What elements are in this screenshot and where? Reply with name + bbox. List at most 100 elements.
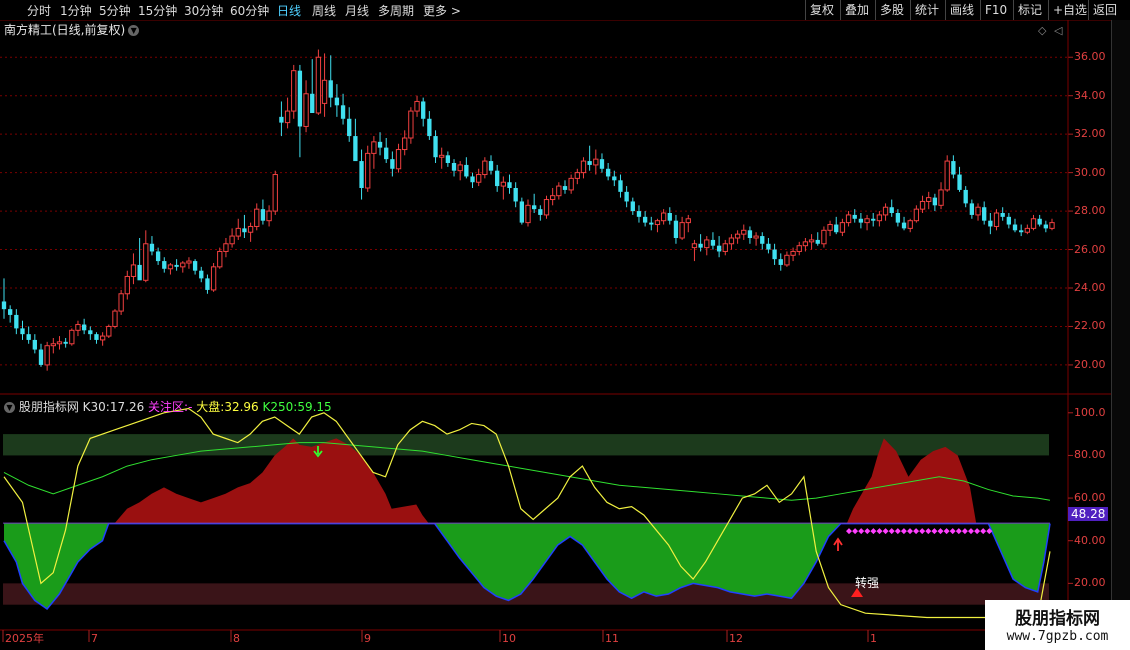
collapse-icon[interactable]: ◁ [1054, 24, 1063, 37]
candle-body [612, 176, 617, 181]
indicator-title-bar: ▼ 股朋指标网 K30:17.26 关注区:- 大盘:32.96 K250:59… [4, 398, 332, 415]
focus-diamond-marker [919, 528, 926, 535]
candle-body [1049, 222, 1055, 229]
ind-tick-label: 40.00 [1074, 533, 1106, 547]
candle-body [217, 250, 223, 268]
candle-body [137, 264, 142, 281]
chart-canvas[interactable]: 转强 2025年 7 8 9 10 11 12 1 ◇ ◁ [0, 0, 1111, 650]
focus-diamond-marker [907, 528, 913, 535]
candle-body [192, 261, 198, 271]
candle-body [272, 174, 278, 212]
candle-body [636, 211, 642, 217]
candle-body [649, 222, 654, 225]
date-tick-label: 2025年 [5, 631, 44, 645]
candle-body [99, 335, 106, 341]
price-tick-label: 34.00 [1074, 88, 1106, 102]
candle-body [229, 235, 235, 245]
focus-diamond-marker [864, 528, 871, 535]
right-sidebar[interactable] [1111, 20, 1130, 650]
candle-body [1024, 227, 1030, 233]
candle-body [476, 174, 482, 183]
candle-body [618, 180, 623, 192]
candle-body [858, 218, 864, 223]
candle-body [242, 228, 247, 233]
focus-diamond-marker [949, 528, 956, 535]
diamond-icon[interactable]: ◇ [1038, 24, 1047, 37]
candle-body [975, 206, 981, 216]
candle-body [667, 213, 672, 221]
focus-diamond-marker [980, 528, 987, 535]
candle-body [451, 163, 457, 171]
candle-body [574, 172, 580, 179]
focus-diamond-marker [882, 528, 889, 535]
candle-body [414, 100, 420, 112]
focus-value: - [188, 400, 193, 414]
candle-body [1, 301, 7, 310]
ind-tick-label: 100.0 [1074, 405, 1106, 419]
candle-body [525, 204, 531, 224]
focus-diamond-marker [888, 528, 895, 535]
price-tick-label: 30.00 [1074, 165, 1106, 179]
candle-body [580, 160, 587, 174]
candle-body [802, 241, 809, 247]
candle-body [44, 345, 50, 366]
candle-body [310, 93, 315, 113]
candle-body [845, 214, 852, 224]
candle-body [766, 243, 771, 250]
candle-body [427, 118, 432, 137]
candle-body [982, 207, 987, 221]
candle-body [63, 341, 68, 344]
candle-body [106, 325, 112, 337]
focus-diamond-marker [955, 528, 962, 535]
candle-body [568, 177, 574, 191]
candle-body [722, 243, 728, 252]
candle-body [827, 224, 833, 231]
indicator-name: 股朋指标网 [18, 400, 79, 414]
ind-tick-label: 80.00 [1074, 448, 1106, 462]
candle-body [741, 229, 747, 235]
candle-body [919, 200, 926, 210]
candle-body [889, 207, 894, 213]
candle-body [605, 168, 611, 177]
candle-body [321, 79, 328, 104]
candle-body [698, 243, 703, 248]
date-tick-label: 12 [729, 632, 743, 645]
candle-body [279, 116, 284, 123]
dapan-value: 32.96 [224, 400, 259, 414]
candle-body [112, 310, 118, 327]
candle-body [303, 93, 309, 127]
candle-body [944, 160, 950, 191]
candle-body [691, 243, 698, 249]
chevron-down-icon[interactable]: ▼ [4, 402, 15, 413]
candle-body [556, 185, 562, 197]
focus-diamond-marker [900, 528, 907, 535]
candle-body [210, 266, 217, 291]
candle-body [162, 261, 167, 269]
candle-body [464, 164, 469, 177]
candle-body [538, 209, 543, 215]
candle-body [562, 186, 568, 190]
candle-body [199, 270, 204, 279]
candle-body [815, 239, 820, 244]
price-grid [0, 56, 1073, 366]
candle-body [328, 80, 333, 98]
candle-body [235, 227, 241, 237]
candle-body [94, 334, 99, 340]
candle-body [957, 174, 962, 190]
candle-body [88, 330, 93, 335]
focus-diamond-marker [913, 528, 920, 535]
candle-body [519, 201, 524, 223]
candle-body [81, 324, 87, 331]
date-tick-label: 11 [605, 632, 619, 645]
candle-body [808, 239, 815, 243]
candle-body [284, 110, 291, 124]
candle-body [988, 220, 993, 227]
arrow-up-icon [833, 537, 843, 551]
candle-body [587, 161, 592, 165]
indicator-value-tag: 48.28 [1068, 507, 1109, 521]
candle-body [118, 293, 124, 312]
price-tick-label: 22.00 [1074, 319, 1106, 333]
date-tick-label: 8 [233, 632, 240, 645]
date-tick-label: 1 [870, 632, 877, 645]
candle-body [32, 339, 37, 350]
